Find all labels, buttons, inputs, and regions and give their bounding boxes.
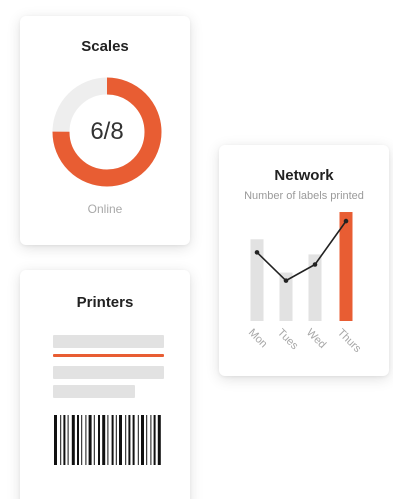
barcode-bar [107, 415, 109, 465]
scales-title: Scales [81, 38, 129, 55]
barcode-bar [93, 415, 95, 465]
barcode-bar [85, 415, 87, 465]
barcode-bar [77, 415, 79, 465]
printers-card: Printers [20, 270, 190, 499]
scales-status-label: Online [87, 202, 123, 216]
x-tick-label-mon: Mon [246, 327, 270, 351]
chart-point-thurs [343, 218, 349, 224]
chart-trend-line [256, 220, 347, 282]
barcode-bar [88, 415, 92, 465]
label-line-3 [53, 385, 135, 398]
barcode-icon [54, 415, 161, 465]
barcode-bar [137, 415, 139, 465]
barcode-bar [119, 415, 122, 465]
printers-title: Printers [76, 294, 134, 311]
barcode-bar [111, 415, 114, 465]
chart-point-tues [283, 278, 289, 283]
chart-point-mon [254, 250, 260, 255]
barcode-bar [71, 415, 75, 465]
label-line-2 [53, 366, 164, 379]
barcode-bar [150, 415, 152, 465]
barcode-bar [81, 415, 83, 465]
label-line-1 [53, 335, 164, 348]
barcode-bar [125, 415, 127, 465]
x-tick-label-thurs: Thurs [335, 327, 364, 356]
barcode-bar [67, 415, 69, 465]
scales-card: Scales 6/8 Online [20, 16, 190, 245]
barcode-bar [63, 415, 66, 465]
label-line-accent [53, 354, 164, 357]
barcode-bar [60, 415, 62, 465]
barcode-bar [153, 415, 156, 465]
barcode-bar [128, 415, 131, 465]
barcode-bar [132, 415, 135, 465]
network-bar-chart: Mon Tues Wed Thurs [246, 212, 364, 356]
x-tick-label-wed: Wed [304, 327, 328, 351]
barcode-bar [54, 415, 57, 465]
barcode-bar [146, 415, 148, 465]
barcode-bar [157, 415, 161, 465]
x-tick-label-tues: Tues [275, 327, 301, 353]
barcode-bar [98, 415, 100, 465]
scales-progress-text: 6/8 [90, 118, 124, 145]
barcode-bar [102, 415, 106, 465]
barcode-bar [141, 415, 144, 465]
network-card: Network Number of labels printed Mon Tues… [219, 145, 389, 376]
chart-point-wed [312, 262, 318, 267]
barcode-bar [115, 415, 117, 465]
